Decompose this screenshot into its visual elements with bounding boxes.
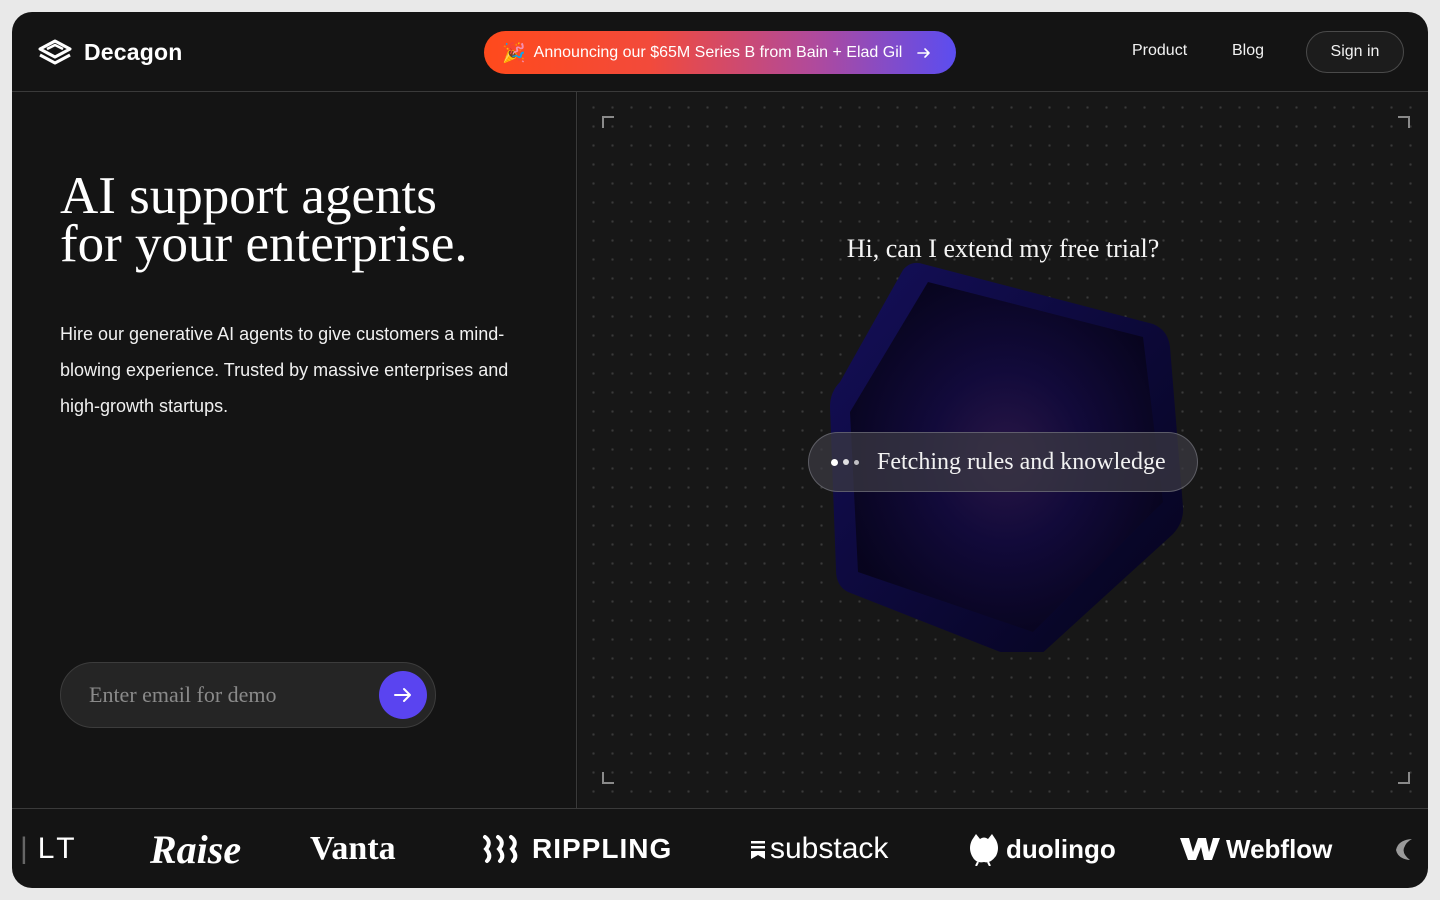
duolingo-wordmark: duolingo	[1006, 833, 1116, 864]
corner-mark	[1398, 116, 1410, 128]
agent-status-pill: Fetching rules and knowledge	[808, 432, 1198, 492]
logo-partial-right	[1392, 809, 1416, 888]
corner-mark	[602, 772, 614, 784]
party-popper-icon: 🎉	[502, 42, 526, 64]
decagon-logo-icon	[38, 39, 72, 65]
arrow-right-icon	[917, 47, 931, 58]
header: Decagon 🎉 Announcing our $65M Series B f…	[12, 12, 1428, 92]
brand-name: Decagon	[84, 38, 183, 65]
announcement-banner[interactable]: 🎉 Announcing our $65M Series B from Bain…	[484, 31, 956, 74]
partial-logo-icon	[1396, 839, 1412, 860]
vanta-logo: Vanta	[310, 830, 396, 867]
page-frame: Decagon 🎉 Announcing our $65M Series B f…	[12, 12, 1428, 888]
rippling-mark-icon	[483, 835, 518, 863]
duolingo-logo: duolingo	[966, 809, 1116, 888]
duolingo-owl-icon	[970, 834, 998, 866]
agent-status-text: Fetching rules and knowledge	[877, 448, 1166, 475]
substack-mark-icon	[751, 841, 765, 859]
hero-description: Hire our generative AI agents to give cu…	[60, 324, 509, 416]
webflow-mark-icon	[1180, 838, 1220, 860]
hero-title-line2: for your enterprise.	[60, 215, 468, 273]
nav-blog[interactable]: Blog	[1232, 42, 1264, 60]
corner-mark	[1398, 772, 1410, 784]
logo-partial: | LT	[20, 832, 79, 865]
customer-logos-strip: | LT Raise Vanta RIPPLING substack duoli…	[12, 808, 1428, 888]
corner-mark	[602, 116, 614, 128]
arrow-right-icon	[394, 688, 411, 702]
email-input[interactable]	[63, 665, 363, 725]
hero-title: AI support agents for your enterprise.	[60, 167, 560, 273]
webflow-wordmark: Webflow	[1226, 833, 1333, 864]
typing-dots-icon	[831, 458, 859, 466]
agent-demo-panel: Hi, can I extend my free trial? Fetching…	[578, 92, 1428, 808]
substack-logo: substack	[750, 809, 888, 888]
rippling-wordmark: RIPPLING	[532, 833, 673, 864]
announcement-text: Announcing our $65M Series B from Bain +…	[533, 43, 903, 61]
brand[interactable]: Decagon	[36, 34, 183, 70]
raise-logo: Raise	[150, 826, 242, 872]
rippling-logo: RIPPLING	[482, 809, 672, 888]
demo-email-form	[60, 662, 436, 728]
sign-in-button[interactable]: Sign in	[1306, 31, 1404, 73]
customer-question: Hi, can I extend my free trial?	[846, 234, 1160, 263]
submit-email-button[interactable]	[379, 671, 427, 719]
hero-title-line1: AI support agents	[60, 167, 437, 225]
webflow-logo: Webflow	[1180, 809, 1332, 888]
hero-section: AI support agents for your enterprise. H…	[12, 92, 577, 808]
substack-wordmark: substack	[770, 832, 889, 865]
nav-product[interactable]: Product	[1132, 42, 1187, 60]
